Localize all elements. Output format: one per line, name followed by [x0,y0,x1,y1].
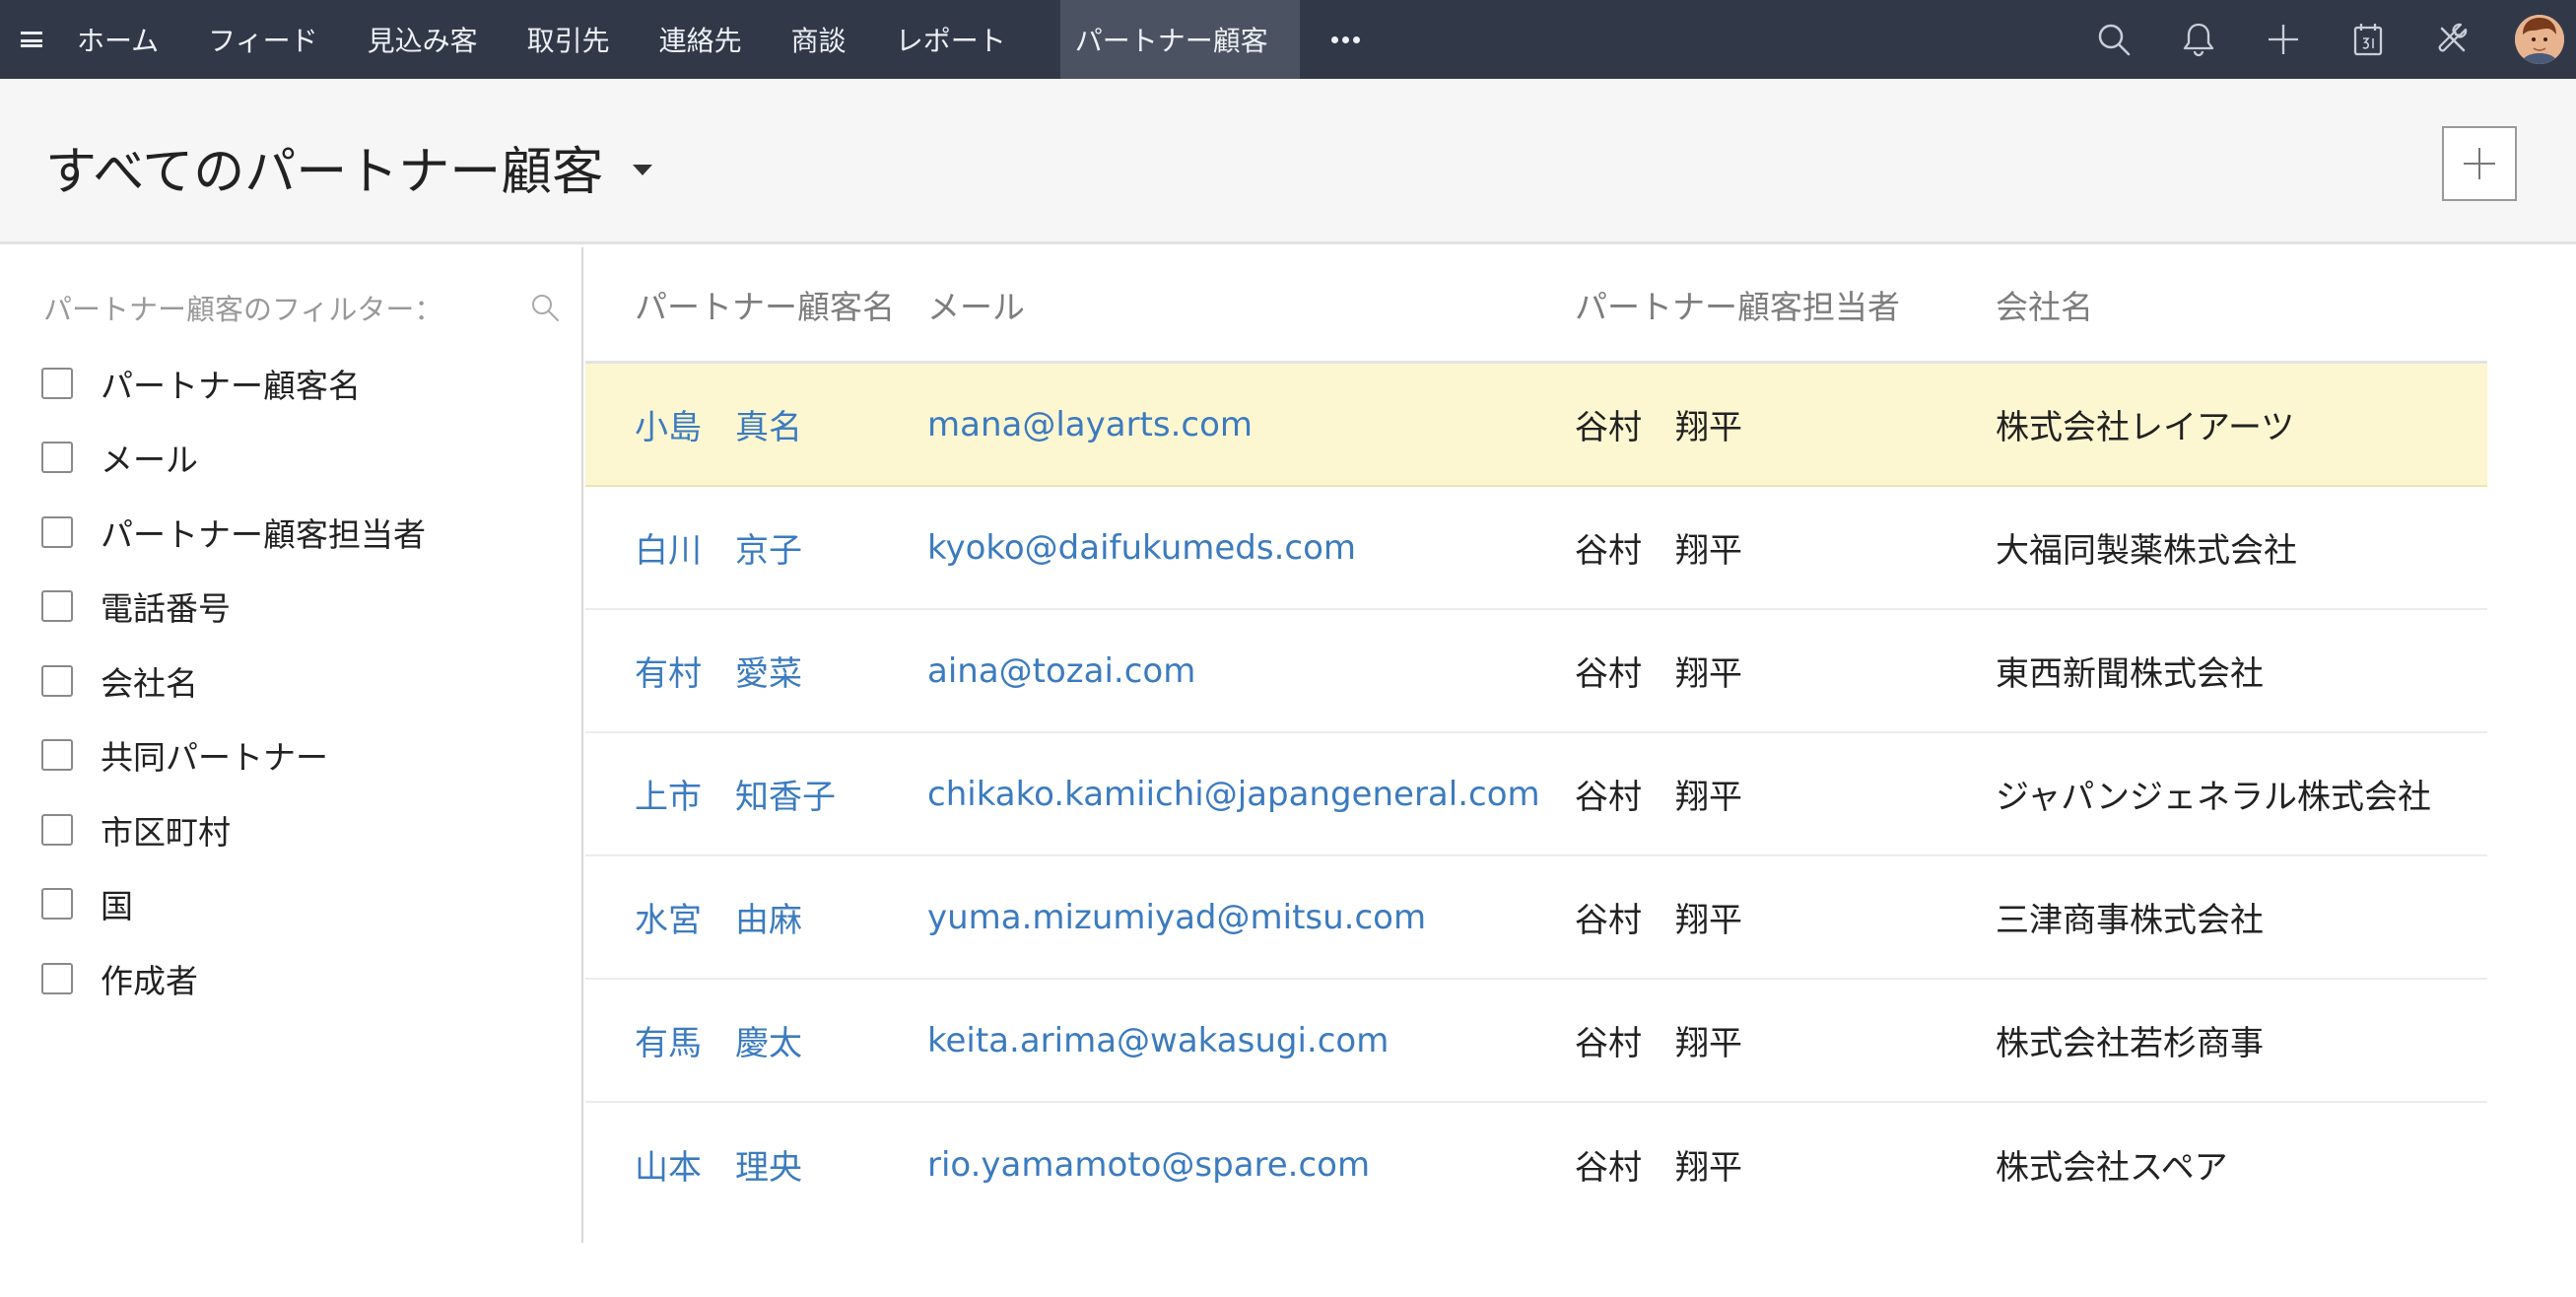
cell-name[interactable]: 小島 真名 [585,400,927,448]
filter-checkbox[interactable] [41,442,73,474]
filter-label: 会社名 [101,663,198,703]
cell-company: 株式会社若杉商事 [1996,1024,2264,1063]
filter-label: パートナー顧客名 [101,366,361,405]
filter-checkbox[interactable] [41,367,73,399]
cell-owner: 谷村 翔平 [1575,778,1742,817]
cell-company: 大福同製薬株式会社 [1996,531,2297,571]
partner-customers-table: パートナー顧客名 メール パートナー顧客担当者 会社名 小島 真名 mana@l… [585,247,2487,1226]
cell-name[interactable]: 有村 愛菜 [585,647,927,695]
setup-tools-icon[interactable] [2410,0,2495,79]
filter-title: パートナー顧客のフィルター： [43,293,443,326]
filter-label: メール [101,441,198,480]
table-row[interactable]: 有村 愛菜 aina@tozai.com 谷村 翔平 東西新聞株式会社 [585,610,2487,733]
nav-tab-contacts[interactable]: 連絡先 [635,0,767,79]
cell-email[interactable]: keita.arima@wakasugi.com [927,1021,1575,1060]
filter-checkbox[interactable] [41,515,73,548]
column-header-name[interactable]: パートナー顧客名 [585,281,927,328]
search-icon[interactable] [2071,0,2156,79]
filter-item-owner[interactable]: パートナー顧客担当者 [41,495,426,570]
cell-name[interactable]: 有馬 慶太 [585,1016,927,1064]
plus-icon[interactable] [2241,0,2326,79]
table-row[interactable]: 小島 真名 mana@layarts.com 谷村 翔平 株式会社レイアーツ [585,364,2487,487]
caret-down-icon[interactable] [633,165,653,175]
nav-tab-leads[interactable]: 見込み客 [343,0,503,79]
table-row[interactable]: 山本 理央 rio.yamamoto@spare.com 谷村 翔平 株式会社ス… [585,1103,2487,1226]
cell-owner: 谷村 翔平 [1575,531,1742,571]
filter-item-partner-name[interactable]: パートナー顧客名 [41,346,426,421]
filter-item-company[interactable]: 会社名 [41,644,426,718]
filter-item-city[interactable]: 市区町村 [41,792,426,867]
cell-name[interactable]: 水宮 由麻 [585,893,927,941]
filter-label: 国 [101,887,133,926]
table-row[interactable]: 水宮 由麻 yuma.mizumiyad@mitsu.com 谷村 翔平 三津商… [585,856,2487,980]
column-header-owner[interactable]: パートナー顧客担当者 [1575,281,1996,328]
cell-email[interactable]: mana@layarts.com [927,405,1575,444]
nav-tab-home[interactable]: ホーム [63,0,183,79]
nav-tab-feed[interactable]: フィード [183,0,342,79]
cell-owner: 谷村 翔平 [1575,408,1742,447]
cell-company: 株式会社スペア [1996,1148,2228,1188]
filter-checkbox[interactable] [41,813,73,846]
filter-sidebar: パートナー顧客のフィルター： パートナー顧客名 メール パートナー顧客担当者 電… [0,247,583,1243]
cell-email[interactable]: chikako.kamiichi@japangeneral.com [927,775,1575,814]
filter-checkbox[interactable] [41,962,73,994]
cell-name[interactable]: 山本 理央 [585,1140,927,1189]
filter-list: パートナー顧客名 メール パートナー顧客担当者 電話番号 会社名 共同パートナー… [41,346,426,1016]
filter-item-created-by[interactable]: 作成者 [41,941,426,1016]
cell-owner: 谷村 翔平 [1575,654,1742,694]
cell-email[interactable]: aina@tozai.com [927,651,1575,691]
nav-tab-accounts[interactable]: 取引先 [503,0,635,79]
table-header: パートナー顧客名 メール パートナー顧客担当者 会社名 [585,247,2487,364]
filter-label: 共同パートナー [101,738,328,778]
column-header-email[interactable]: メール [927,281,1575,328]
cell-name[interactable]: 上市 知香子 [585,770,927,818]
cell-owner: 谷村 翔平 [1575,1024,1742,1063]
top-nav: ホーム フィード 見込み客 取引先 連絡先 商談 レポート パートナー顧客 [0,0,2576,79]
nav-tabs: ホーム フィード 見込み客 取引先 連絡先 商談 レポート パートナー顧客 [63,0,1391,79]
page-title: すべてのパートナー顧客 [45,143,604,202]
filter-checkbox[interactable] [41,664,73,697]
cell-company: ジャパンジェネラル株式会社 [1996,778,2431,817]
filter-label: 作成者 [101,961,198,1000]
hamburger-menu-icon[interactable] [0,0,63,79]
plus-icon [2464,148,2495,179]
cell-email[interactable]: yuma.mizumiyad@mitsu.com [927,898,1575,937]
cell-email[interactable]: kyoko@daifukumeds.com [927,528,1575,568]
bell-icon[interactable] [2156,0,2241,79]
nav-utilities [2071,0,2576,79]
page-header: すべてのパートナー顧客 [0,79,2576,244]
filter-item-email[interactable]: メール [41,421,426,496]
filter-checkbox[interactable] [41,888,73,921]
cell-company: 東西新聞株式会社 [1996,654,2264,694]
filter-checkbox[interactable] [41,590,73,623]
table-row[interactable]: 上市 知香子 chikako.kamiichi@japangeneral.com… [585,733,2487,856]
filter-item-country[interactable]: 国 [41,867,426,942]
filter-item-phone[interactable]: 電話番号 [41,570,426,645]
view-selector[interactable]: すべてのパートナー顧客 [45,130,653,204]
cell-name[interactable]: 白川 京子 [585,523,927,572]
cell-owner: 谷村 翔平 [1575,901,1742,940]
filter-label: 電話番号 [101,589,231,629]
calendar-icon[interactable] [2326,0,2410,79]
filter-label: パートナー顧客担当者 [101,514,426,554]
nav-tab-deals[interactable]: 商談 [767,0,871,79]
add-partner-customer-button[interactable] [2442,126,2517,201]
nav-tab-reports[interactable]: レポート [871,0,1031,79]
more-tabs-icon[interactable] [1300,0,1391,79]
filter-label: 市区町村 [101,812,231,852]
cell-owner: 谷村 翔平 [1575,1148,1742,1188]
table-row[interactable]: 有馬 慶太 keita.arima@wakasugi.com 谷村 翔平 株式会… [585,980,2487,1103]
filter-search-icon[interactable] [528,291,562,324]
cell-email[interactable]: rio.yamamoto@spare.com [927,1145,1575,1185]
filter-checkbox[interactable] [41,739,73,772]
column-header-company[interactable]: 会社名 [1996,281,2487,328]
cell-company: 株式会社レイアーツ [1996,408,2295,447]
filter-item-co-partner[interactable]: 共同パートナー [41,718,426,793]
nav-tab-partner-customers[interactable]: パートナー顧客 [1059,0,1300,79]
table-row[interactable]: 白川 京子 kyoko@daifukumeds.com 谷村 翔平 大福同製薬株… [585,487,2487,610]
cell-company: 三津商事株式会社 [1996,901,2264,940]
user-avatar[interactable] [2515,15,2564,64]
